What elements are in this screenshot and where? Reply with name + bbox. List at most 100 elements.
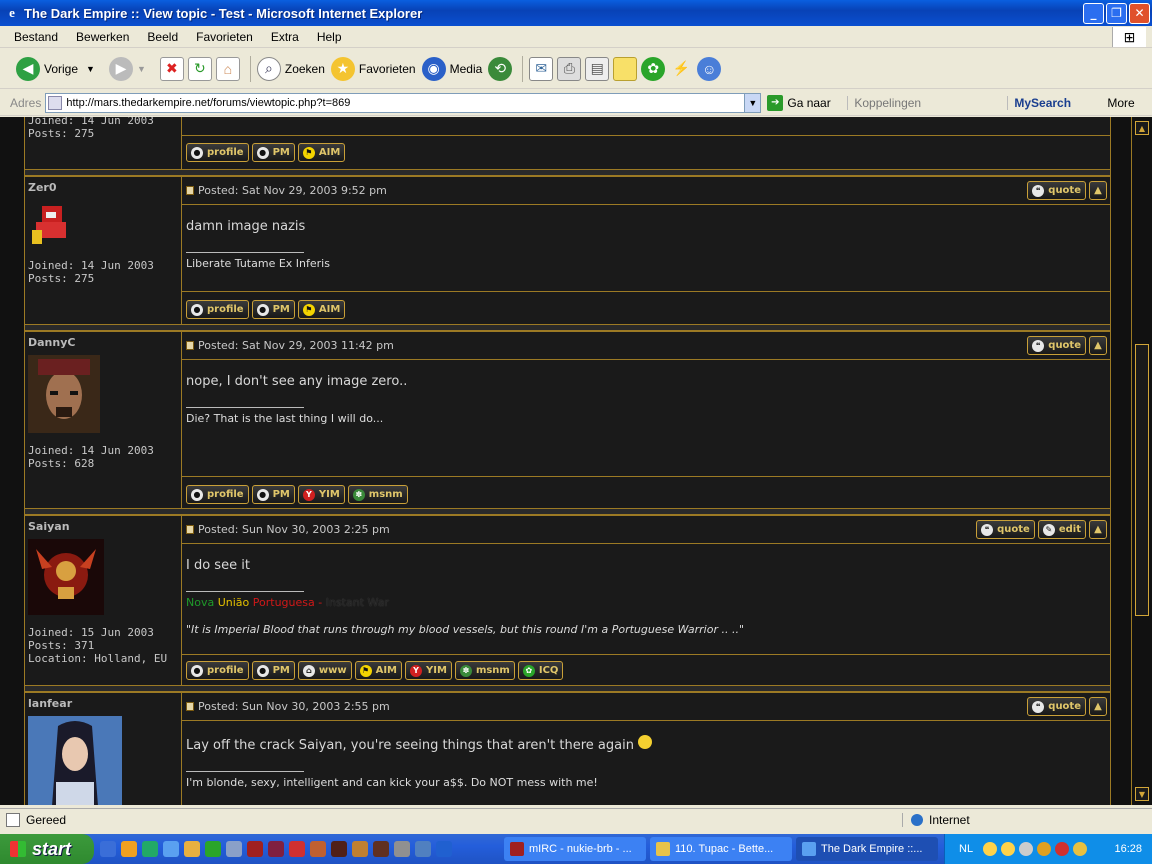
profile-button[interactable]: ● profile [186, 300, 249, 319]
icq-flower-icon[interactable]: ✿ [641, 56, 666, 81]
app-icon[interactable] [415, 841, 431, 857]
post-author[interactable]: Zer0 [28, 181, 177, 194]
forum-post: lanfear Posted: Sun Nov 30, 2003 2:55 pm… [25, 692, 1110, 805]
post-author[interactable]: Saiyan [28, 520, 177, 533]
lightning-icon[interactable]: ⚡ [669, 56, 694, 81]
menu-help[interactable]: Help [308, 30, 351, 44]
yim-button[interactable]: Y YIM [297, 485, 345, 504]
pm-button[interactable]: ● PM [251, 300, 295, 319]
menu-bewerken[interactable]: Bewerken [67, 30, 138, 44]
language-indicator[interactable]: NL [959, 843, 973, 855]
mail-icon[interactable]: ✉ [529, 56, 554, 81]
winamp-icon[interactable] [142, 841, 158, 857]
app-icon[interactable] [268, 841, 284, 857]
mirc-icon[interactable] [247, 841, 263, 857]
scroll-down-icon[interactable]: ▼ [1135, 787, 1149, 801]
msnm-button[interactable]: ✽ msnm [347, 485, 408, 504]
back-button[interactable]: ◀ Vorige ▼ [16, 54, 95, 84]
home-icon[interactable]: ⌂ [215, 56, 240, 81]
edit-button[interactable]: ✎ edit [1037, 520, 1086, 539]
back-to-top-button[interactable]: ▲ [1089, 697, 1107, 716]
back-dropdown-icon[interactable]: ▼ [86, 64, 95, 74]
go-button[interactable]: ➔ Ga naar [767, 94, 839, 111]
lightning-icon[interactable] [184, 841, 200, 857]
smiley-tray-icon[interactable] [1001, 842, 1016, 856]
pm-button[interactable]: ● PM [251, 485, 295, 504]
profile-button[interactable]: ● profile [186, 485, 249, 504]
icq-icon[interactable] [205, 841, 221, 857]
profile-button[interactable]: ● profile [186, 661, 249, 680]
media-player-icon[interactable] [121, 841, 137, 857]
links-label[interactable]: Koppelingen [847, 95, 997, 110]
quote-button[interactable]: ❝ quote [1027, 181, 1086, 200]
quote-button[interactable]: ❝ quote [976, 520, 1035, 539]
menu-extra[interactable]: Extra [262, 30, 308, 44]
back-to-top-button[interactable]: ▲ [1089, 336, 1107, 355]
post-author[interactable]: DannyC [28, 336, 177, 349]
quote-button[interactable]: ❝ quote [1027, 336, 1086, 355]
messenger-icon[interactable]: ☺ [697, 56, 722, 81]
yim-button[interactable]: Y YIM [405, 661, 452, 680]
stop-icon[interactable]: ✖ [159, 56, 184, 81]
task-ie[interactable]: The Dark Empire ::... [796, 837, 938, 861]
menu-bestand[interactable]: Bestand [0, 30, 67, 44]
app-icon[interactable] [436, 841, 452, 857]
scroll-thumb[interactable] [1135, 344, 1149, 616]
pm-button[interactable]: ● PM [251, 143, 295, 162]
clock[interactable]: 16:28 [1114, 843, 1142, 855]
scroll-up-icon[interactable]: ▲ [1135, 121, 1149, 135]
address-value[interactable]: http://mars.thedarkempire.net/forums/vie… [66, 97, 744, 109]
app-icon[interactable] [352, 841, 368, 857]
edit-label: edit [1058, 524, 1081, 535]
smiley-tray-icon[interactable] [983, 842, 998, 856]
yim-label: YIM [426, 665, 447, 676]
aim-button[interactable]: ⚑ AIM [354, 661, 403, 680]
post-signature: Nova União Portuguesa - Instant War [186, 596, 1106, 609]
note-icon[interactable] [613, 56, 638, 81]
explorer-icon[interactable] [226, 841, 242, 857]
icq-button[interactable]: ✿ ICQ [517, 661, 564, 680]
app-icon[interactable] [373, 841, 389, 857]
post-author[interactable]: lanfear [28, 697, 177, 710]
aim-button[interactable]: ⚑ AIM [297, 143, 346, 162]
app-icon[interactable] [310, 841, 326, 857]
app-icon[interactable] [394, 841, 410, 857]
lightning-tray-icon[interactable] [1055, 842, 1070, 856]
app-tray-icon[interactable] [1037, 842, 1052, 856]
search-button[interactable]: ⌕ Zoeken [256, 54, 325, 84]
desktop-icon[interactable] [100, 841, 116, 857]
minimize-button[interactable]: _ [1083, 2, 1104, 24]
ie-icon[interactable] [163, 841, 179, 857]
aim-button[interactable]: ⚑ AIM [297, 300, 346, 319]
back-to-top-button[interactable]: ▲ [1089, 181, 1107, 200]
address-input[interactable]: http://mars.thedarkempire.net/forums/vie… [45, 92, 762, 113]
speaker-icon[interactable] [1019, 842, 1034, 856]
favorites-button[interactable]: ★ Favorieten [330, 54, 416, 84]
www-button[interactable]: ⌂ www [297, 661, 352, 680]
menu-favorieten[interactable]: Favorieten [187, 30, 262, 44]
msnm-button[interactable]: ✽ msnm [454, 661, 515, 680]
address-dropdown-icon[interactable]: ▼ [744, 93, 761, 112]
back-to-top-button[interactable]: ▲ [1089, 520, 1107, 539]
history-icon[interactable]: ⟲ [488, 56, 513, 81]
pm-button[interactable]: ● PM [251, 661, 295, 680]
quote-button[interactable]: ❝ quote [1027, 697, 1086, 716]
profile-button[interactable]: ● profile [186, 143, 249, 162]
menu-beeld[interactable]: Beeld [138, 30, 187, 44]
close-button[interactable]: ✕ [1129, 2, 1150, 24]
more-button[interactable]: More [1107, 96, 1134, 110]
task-winamp[interactable]: 110. Tupac - Bette... [650, 837, 792, 861]
print-icon[interactable]: ⎙ [557, 56, 582, 81]
start-button[interactable]: start [0, 834, 94, 864]
refresh-icon[interactable]: ↻ [187, 56, 212, 81]
forward-button[interactable]: ▶ ▼ [101, 54, 146, 84]
media-button[interactable]: ◉ Media [421, 54, 482, 84]
app-icon[interactable] [289, 841, 305, 857]
task-mirc[interactable]: mIRC - nukie-brb - ... [504, 837, 646, 861]
lightning-tray-icon[interactable] [1073, 842, 1088, 856]
edit-page-icon[interactable]: ▤ [585, 56, 610, 81]
maximize-button[interactable]: ❐ [1106, 2, 1127, 24]
vertical-scrollbar[interactable]: ▲ ▼ [1131, 117, 1152, 805]
app-icon[interactable] [331, 841, 347, 857]
mysearch-button[interactable]: MySearch [1007, 95, 1103, 110]
